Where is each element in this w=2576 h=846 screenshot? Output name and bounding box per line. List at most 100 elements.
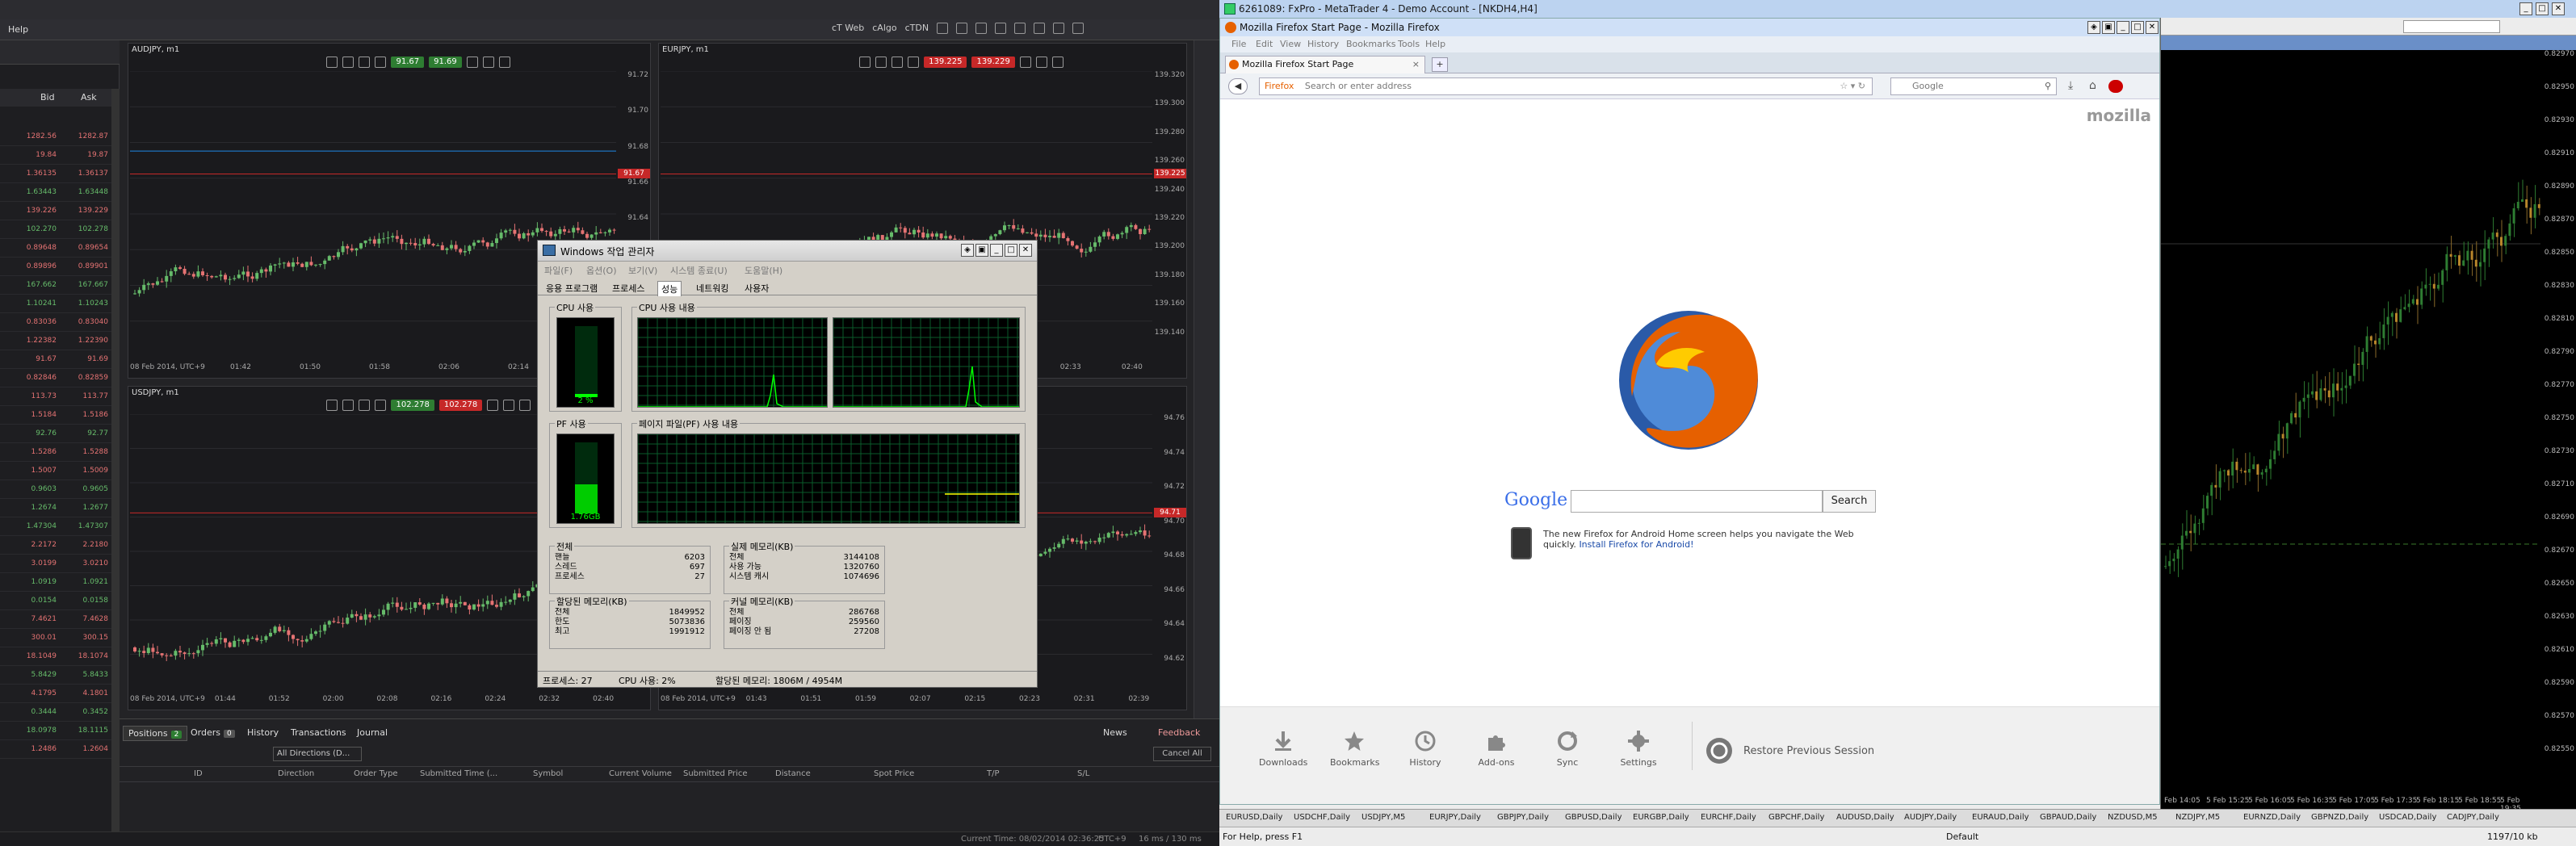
fullscreen-icon[interactable]	[1053, 23, 1065, 34]
mt4-chart-tab[interactable]: GBPNZD,Daily	[2311, 813, 2368, 822]
ff-menu-history[interactable]: History	[1307, 39, 1339, 49]
watchlist-row[interactable]: 0.9603 0.9605	[0, 480, 120, 499]
search-icon[interactable]: ⚲	[2045, 78, 2051, 94]
tab-users[interactable]: 사용자	[741, 281, 772, 295]
window-icon[interactable]	[1072, 23, 1085, 34]
watchlist-row[interactable]: 0.89648 0.89654	[0, 239, 120, 258]
crosshair-icon[interactable]	[875, 57, 887, 68]
ff-pin-icon[interactable]: ◈	[2087, 21, 2100, 34]
mt4-chart-tab[interactable]: USDCHF,Daily	[1294, 813, 1350, 822]
watchlist-row[interactable]: 18.0978 18.1115	[0, 722, 120, 740]
watchlist-row[interactable]: 139.226 139.229	[0, 202, 120, 220]
watchlist-row[interactable]: 113.73 113.77	[0, 387, 120, 406]
feedback-button[interactable]: Feedback	[1153, 726, 1205, 739]
tab-orders[interactable]: Orders 0	[186, 726, 240, 739]
watchlist-row[interactable]: 167.662 167.667	[0, 276, 120, 295]
column-header[interactable]: Submitted Price	[683, 769, 747, 778]
watchlist-row[interactable]: 91.67 91.69	[0, 350, 120, 369]
ff-tab-start-page[interactable]: Mozilla Firefox Start Page ×	[1225, 56, 1425, 73]
mt4-chart-tab[interactable]: CADJPY,Daily	[2447, 813, 2499, 822]
mt4-chart-tab[interactable]: EURNZD,Daily	[2243, 813, 2301, 822]
search-bar[interactable]: Google ⚲	[1890, 77, 2057, 95]
info-icon[interactable]	[1035, 57, 1047, 68]
gear-icon[interactable]	[1014, 23, 1026, 34]
addons-launcher[interactable]: Add-ons	[1472, 730, 1521, 768]
ff-close-button[interactable]: ✕	[2146, 21, 2159, 34]
close-button[interactable]: ✕	[1019, 244, 1032, 257]
price-axis[interactable]: 139.320 139.300 139.280 139.260 139.240 139.2…	[1154, 68, 1186, 360]
ctweb-link[interactable]: cT Web	[832, 23, 864, 34]
user-icon[interactable]	[1051, 57, 1064, 68]
column-header[interactable]: ID	[194, 769, 203, 778]
mt4-chart-tab[interactable]: NZDJPY,M5	[2175, 813, 2220, 822]
watchlist-row[interactable]: 5.8429 5.8433	[0, 666, 120, 685]
menu-help[interactable]: Help	[8, 24, 28, 35]
ff-tab-close-icon[interactable]: ×	[1412, 57, 1420, 73]
link-icon[interactable]	[995, 23, 1007, 34]
mt4-chart-tab[interactable]: GBPAUD,Daily	[2040, 813, 2096, 822]
watchlist-row[interactable]: 1.5007 1.5009	[0, 462, 120, 480]
history-launcher[interactable]: History	[1401, 730, 1450, 768]
watchlist-row[interactable]: 1.5286 1.5288	[0, 443, 120, 462]
column-header[interactable]: S/L	[1077, 769, 1089, 778]
watchlist-row[interactable]: 1282.56 1282.87	[0, 128, 120, 146]
restore-session-button[interactable]: Restore Previous Session	[1705, 736, 1874, 765]
watchlist-row[interactable]: 102.270 102.278	[0, 220, 120, 239]
timezone[interactable]: UTC+9	[1098, 835, 1126, 844]
downloads-launcher[interactable]: Downloads	[1259, 730, 1307, 768]
grid-icon[interactable]	[1034, 23, 1046, 34]
tab-networking[interactable]: 네트워킹	[693, 281, 732, 295]
google-search-input[interactable]	[1571, 490, 1823, 513]
tab-applications[interactable]: 응용 프로그램	[543, 281, 601, 295]
watchlist-row[interactable]: 1.63443 1.63448	[0, 183, 120, 202]
indicator-icon[interactable]	[908, 57, 920, 68]
watchlist-row[interactable]: 0.0154 0.0158	[0, 592, 120, 610]
settings-icon[interactable]	[466, 57, 478, 68]
watchlist-row[interactable]: 92.76 92.77	[0, 425, 120, 443]
settings-icon[interactable]	[487, 400, 499, 411]
watchlist-row[interactable]: 2.2172 2.2180	[0, 536, 120, 555]
watchlist-row[interactable]: 300.01 300.15	[0, 629, 120, 647]
ff-maximize-button[interactable]: □	[2131, 21, 2144, 34]
maximize-button[interactable]: □	[1005, 244, 1017, 257]
mt4-chart-tab[interactable]: EURAUD,Daily	[1972, 813, 2029, 822]
back-button[interactable]: ◀	[1228, 78, 1248, 94]
mt4-close-button[interactable]: ✕	[2552, 2, 2565, 15]
mt4-chart-tab[interactable]: GBPUSD,Daily	[1565, 813, 1622, 822]
addon-icon[interactable]	[2108, 80, 2123, 93]
menu-options[interactable]: 옵션(O)	[586, 264, 616, 277]
minimize-button[interactable]: _	[990, 244, 1003, 257]
ff-minimize-button[interactable]: _	[2117, 21, 2129, 34]
time-axis[interactable]: 08 Feb 2014, UTC+9 01:44 01:52 02:00 02:08 02…	[128, 695, 618, 706]
ff-menu-edit[interactable]: Edit	[1256, 39, 1273, 49]
menu-view[interactable]: 보기(V)	[628, 264, 657, 277]
android-promo-link[interactable]: Install Firefox for Android!	[1579, 539, 1693, 550]
column-header[interactable]: Spot Price	[874, 769, 914, 778]
mt4-chart-tab[interactable]: GBPCHF,Daily	[1768, 813, 1824, 822]
watchlist-row[interactable]: 1.5184 1.5186	[0, 406, 120, 425]
mt4-chart-tab[interactable]: USDJPY,M5	[1361, 813, 1405, 822]
ff-menu-file[interactable]: File	[1231, 39, 1246, 49]
column-header[interactable]: Order Type	[354, 769, 398, 778]
column-header[interactable]: Submitted Time (...	[420, 769, 497, 778]
watchlist-row[interactable]: 1.47304 1.47307	[0, 517, 120, 536]
watchlist-row[interactable]: 7.4621 7.4628	[0, 610, 120, 629]
watchlist-search[interactable]	[0, 40, 120, 65]
ff-menu-view[interactable]: View	[1280, 39, 1301, 49]
cancel-all-button[interactable]: Cancel All	[1153, 747, 1211, 761]
layout-icon[interactable]	[937, 23, 949, 34]
url-identity[interactable]: Firefox	[1260, 81, 1294, 91]
mt4-chart-tab[interactable]: NZDUSD,M5	[2108, 813, 2158, 822]
mt4-title-bar[interactable]: 6261089: FxPro - MetaTrader 4 - Demo Acc…	[1219, 0, 2576, 18]
chart-icon[interactable]	[956, 23, 968, 34]
bid-header[interactable]: Bid	[40, 92, 55, 103]
tab-journal[interactable]: Journal	[352, 726, 392, 739]
watchlist-row[interactable]: 18.1049 18.1074	[0, 647, 120, 666]
watchlist-row[interactable]: 1.36135 1.36137	[0, 165, 120, 183]
buy-price-button[interactable]: 91.69	[429, 57, 462, 68]
news-button[interactable]: News	[1098, 726, 1132, 739]
crosshair-icon[interactable]	[342, 57, 355, 68]
mt4-chart-tab[interactable]: AUDJPY,Daily	[1904, 813, 1957, 822]
indicator-icon[interactable]	[375, 400, 387, 411]
mt4-toolbar-search[interactable]	[2403, 20, 2500, 33]
